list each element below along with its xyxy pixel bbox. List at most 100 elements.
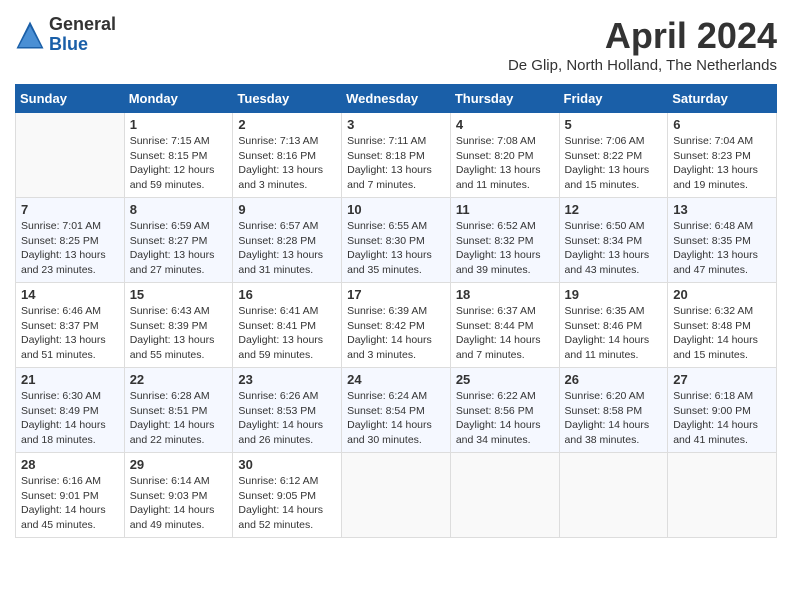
calendar-cell: 3Sunrise: 7:11 AM Sunset: 8:18 PM Daylig… <box>342 113 451 198</box>
day-info: Sunrise: 7:04 AM Sunset: 8:23 PM Dayligh… <box>673 134 771 193</box>
day-info: Sunrise: 6:57 AM Sunset: 8:28 PM Dayligh… <box>238 219 336 278</box>
calendar-cell: 23 Sunrise: 6:26 AM Sunset: 8:53 PM Dayli… <box>233 368 342 453</box>
calendar-cell: 11 Sunrise: 6:52 AM Sunset: 8:32 PM Dayli… <box>450 198 559 283</box>
calendar-cell: 12 Sunrise: 6:50 AM Sunset: 8:34 PM Dayli… <box>559 198 668 283</box>
calendar-cell: 14Sunrise: 6:46 AM Sunset: 8:37 PM Dayli… <box>16 283 125 368</box>
calendar-cell: 10 Sunrise: 6:55 AM Sunset: 8:30 PM Dayli… <box>342 198 451 283</box>
header-wednesday: Wednesday <box>342 85 451 113</box>
header-sunday: Sunday <box>16 85 125 113</box>
day-number: 2 <box>238 117 336 132</box>
calendar-cell: 9 Sunrise: 6:57 AM Sunset: 8:28 PM Daylig… <box>233 198 342 283</box>
day-number: 8 <box>130 202 228 217</box>
calendar-header-row: Sunday Monday Tuesday Wednesday Thursday… <box>16 85 777 113</box>
calendar-cell: 27 Sunrise: 6:18 AM Sunset: 9:00 PM Dayli… <box>668 368 777 453</box>
day-number: 15 <box>130 287 228 302</box>
calendar-cell: 4 Sunrise: 7:08 AM Sunset: 8:20 PM Daylig… <box>450 113 559 198</box>
calendar-cell: 16 Sunrise: 6:41 AM Sunset: 8:41 PM Dayli… <box>233 283 342 368</box>
day-info: Sunrise: 7:06 AM Sunset: 8:22 PM Dayligh… <box>565 134 663 193</box>
header-monday: Monday <box>124 85 233 113</box>
calendar-cell: 30 Sunrise: 6:12 AM Sunset: 9:05 PM Dayli… <box>233 453 342 538</box>
calendar-cell: 2Sunrise: 7:13 AM Sunset: 8:16 PM Daylig… <box>233 113 342 198</box>
calendar-cell: 15 Sunrise: 6:43 AM Sunset: 8:39 PM Dayli… <box>124 283 233 368</box>
calendar-cell: 17 Sunrise: 6:39 AM Sunset: 8:42 PM Dayli… <box>342 283 451 368</box>
calendar-week-row: 1 Sunrise: 7:15 AM Sunset: 8:15 PM Daylig… <box>16 113 777 198</box>
calendar-cell: 19 Sunrise: 6:35 AM Sunset: 8:46 PM Dayli… <box>559 283 668 368</box>
day-number: 12 <box>565 202 663 217</box>
location-text: De Glip, North Holland, The Netherlands <box>508 57 777 74</box>
day-number: 14 <box>21 287 119 302</box>
calendar-cell: 21Sunrise: 6:30 AM Sunset: 8:49 PM Dayli… <box>16 368 125 453</box>
calendar-week-row: 21Sunrise: 6:30 AM Sunset: 8:49 PM Dayli… <box>16 368 777 453</box>
day-number: 13 <box>673 202 771 217</box>
day-info: Sunrise: 6:35 AM Sunset: 8:46 PM Dayligh… <box>565 304 663 363</box>
calendar-cell <box>342 453 451 538</box>
calendar-cell: 28 Sunrise: 6:16 AM Sunset: 9:01 PM Dayli… <box>16 453 125 538</box>
logo-blue-text: Blue <box>49 35 116 55</box>
logo: General Blue <box>15 15 116 55</box>
calendar-cell: 5Sunrise: 7:06 AM Sunset: 8:22 PM Daylig… <box>559 113 668 198</box>
day-info: Sunrise: 7:15 AM Sunset: 8:15 PM Dayligh… <box>130 134 228 193</box>
day-number: 19 <box>565 287 663 302</box>
calendar-cell <box>16 113 125 198</box>
day-info: Sunrise: 6:43 AM Sunset: 8:39 PM Dayligh… <box>130 304 228 363</box>
calendar-cell <box>668 453 777 538</box>
calendar-cell: 18 Sunrise: 6:37 AM Sunset: 8:44 PM Dayli… <box>450 283 559 368</box>
day-number: 23 <box>238 372 336 387</box>
day-number: 20 <box>673 287 771 302</box>
day-info: Sunrise: 6:39 AM Sunset: 8:42 PM Dayligh… <box>347 304 445 363</box>
day-number: 4 <box>456 117 554 132</box>
day-number: 1 <box>130 117 228 132</box>
day-number: 11 <box>456 202 554 217</box>
day-info: Sunrise: 6:12 AM Sunset: 9:05 PM Dayligh… <box>238 474 336 533</box>
logo-general-text: General <box>49 15 116 35</box>
day-info: Sunrise: 6:55 AM Sunset: 8:30 PM Dayligh… <box>347 219 445 278</box>
calendar-table: Sunday Monday Tuesday Wednesday Thursday… <box>15 84 777 538</box>
day-info: Sunrise: 6:16 AM Sunset: 9:01 PM Dayligh… <box>21 474 119 533</box>
day-info: Sunrise: 6:18 AM Sunset: 9:00 PM Dayligh… <box>673 389 771 448</box>
day-number: 28 <box>21 457 119 472</box>
calendar-cell: 13 Sunrise: 6:48 AM Sunset: 8:35 PM Dayli… <box>668 198 777 283</box>
day-number: 10 <box>347 202 445 217</box>
calendar-cell: 20 Sunrise: 6:32 AM Sunset: 8:48 PM Dayli… <box>668 283 777 368</box>
day-info: Sunrise: 6:50 AM Sunset: 8:34 PM Dayligh… <box>565 219 663 278</box>
day-info: Sunrise: 7:01 AM Sunset: 8:25 PM Dayligh… <box>21 219 119 278</box>
day-number: 21 <box>21 372 119 387</box>
day-info: Sunrise: 6:28 AM Sunset: 8:51 PM Dayligh… <box>130 389 228 448</box>
calendar-cell: 26 Sunrise: 6:20 AM Sunset: 8:58 PM Dayli… <box>559 368 668 453</box>
header-tuesday: Tuesday <box>233 85 342 113</box>
day-info: Sunrise: 6:26 AM Sunset: 8:53 PM Dayligh… <box>238 389 336 448</box>
day-number: 18 <box>456 287 554 302</box>
day-info: Sunrise: 6:41 AM Sunset: 8:41 PM Dayligh… <box>238 304 336 363</box>
day-number: 27 <box>673 372 771 387</box>
calendar-cell: 7 Sunrise: 7:01 AM Sunset: 8:25 PM Daylig… <box>16 198 125 283</box>
day-info: Sunrise: 6:37 AM Sunset: 8:44 PM Dayligh… <box>456 304 554 363</box>
page-header: General Blue April 2024 De Glip, North H… <box>15 15 777 74</box>
title-block: April 2024 De Glip, North Holland, The N… <box>508 15 777 74</box>
day-info: Sunrise: 6:24 AM Sunset: 8:54 PM Dayligh… <box>347 389 445 448</box>
calendar-cell <box>559 453 668 538</box>
calendar-cell: 8 Sunrise: 6:59 AM Sunset: 8:27 PM Daylig… <box>124 198 233 283</box>
calendar-cell: 24Sunrise: 6:24 AM Sunset: 8:54 PM Dayli… <box>342 368 451 453</box>
day-number: 17 <box>347 287 445 302</box>
day-number: 26 <box>565 372 663 387</box>
calendar-cell <box>450 453 559 538</box>
day-info: Sunrise: 6:59 AM Sunset: 8:27 PM Dayligh… <box>130 219 228 278</box>
day-info: Sunrise: 7:08 AM Sunset: 8:20 PM Dayligh… <box>456 134 554 193</box>
day-number: 9 <box>238 202 336 217</box>
calendar-cell: 25Sunrise: 6:22 AM Sunset: 8:56 PM Dayli… <box>450 368 559 453</box>
header-saturday: Saturday <box>668 85 777 113</box>
day-number: 7 <box>21 202 119 217</box>
calendar-week-row: 7 Sunrise: 7:01 AM Sunset: 8:25 PM Daylig… <box>16 198 777 283</box>
day-info: Sunrise: 6:32 AM Sunset: 8:48 PM Dayligh… <box>673 304 771 363</box>
calendar-week-row: 14Sunrise: 6:46 AM Sunset: 8:37 PM Dayli… <box>16 283 777 368</box>
day-number: 30 <box>238 457 336 472</box>
day-number: 16 <box>238 287 336 302</box>
calendar-cell: 1 Sunrise: 7:15 AM Sunset: 8:15 PM Daylig… <box>124 113 233 198</box>
day-number: 3 <box>347 117 445 132</box>
day-info: Sunrise: 6:22 AM Sunset: 8:56 PM Dayligh… <box>456 389 554 448</box>
calendar-cell: 6Sunrise: 7:04 AM Sunset: 8:23 PM Daylig… <box>668 113 777 198</box>
day-info: Sunrise: 6:52 AM Sunset: 8:32 PM Dayligh… <box>456 219 554 278</box>
logo-icon <box>15 20 45 50</box>
day-info: Sunrise: 6:20 AM Sunset: 8:58 PM Dayligh… <box>565 389 663 448</box>
day-info: Sunrise: 6:48 AM Sunset: 8:35 PM Dayligh… <box>673 219 771 278</box>
